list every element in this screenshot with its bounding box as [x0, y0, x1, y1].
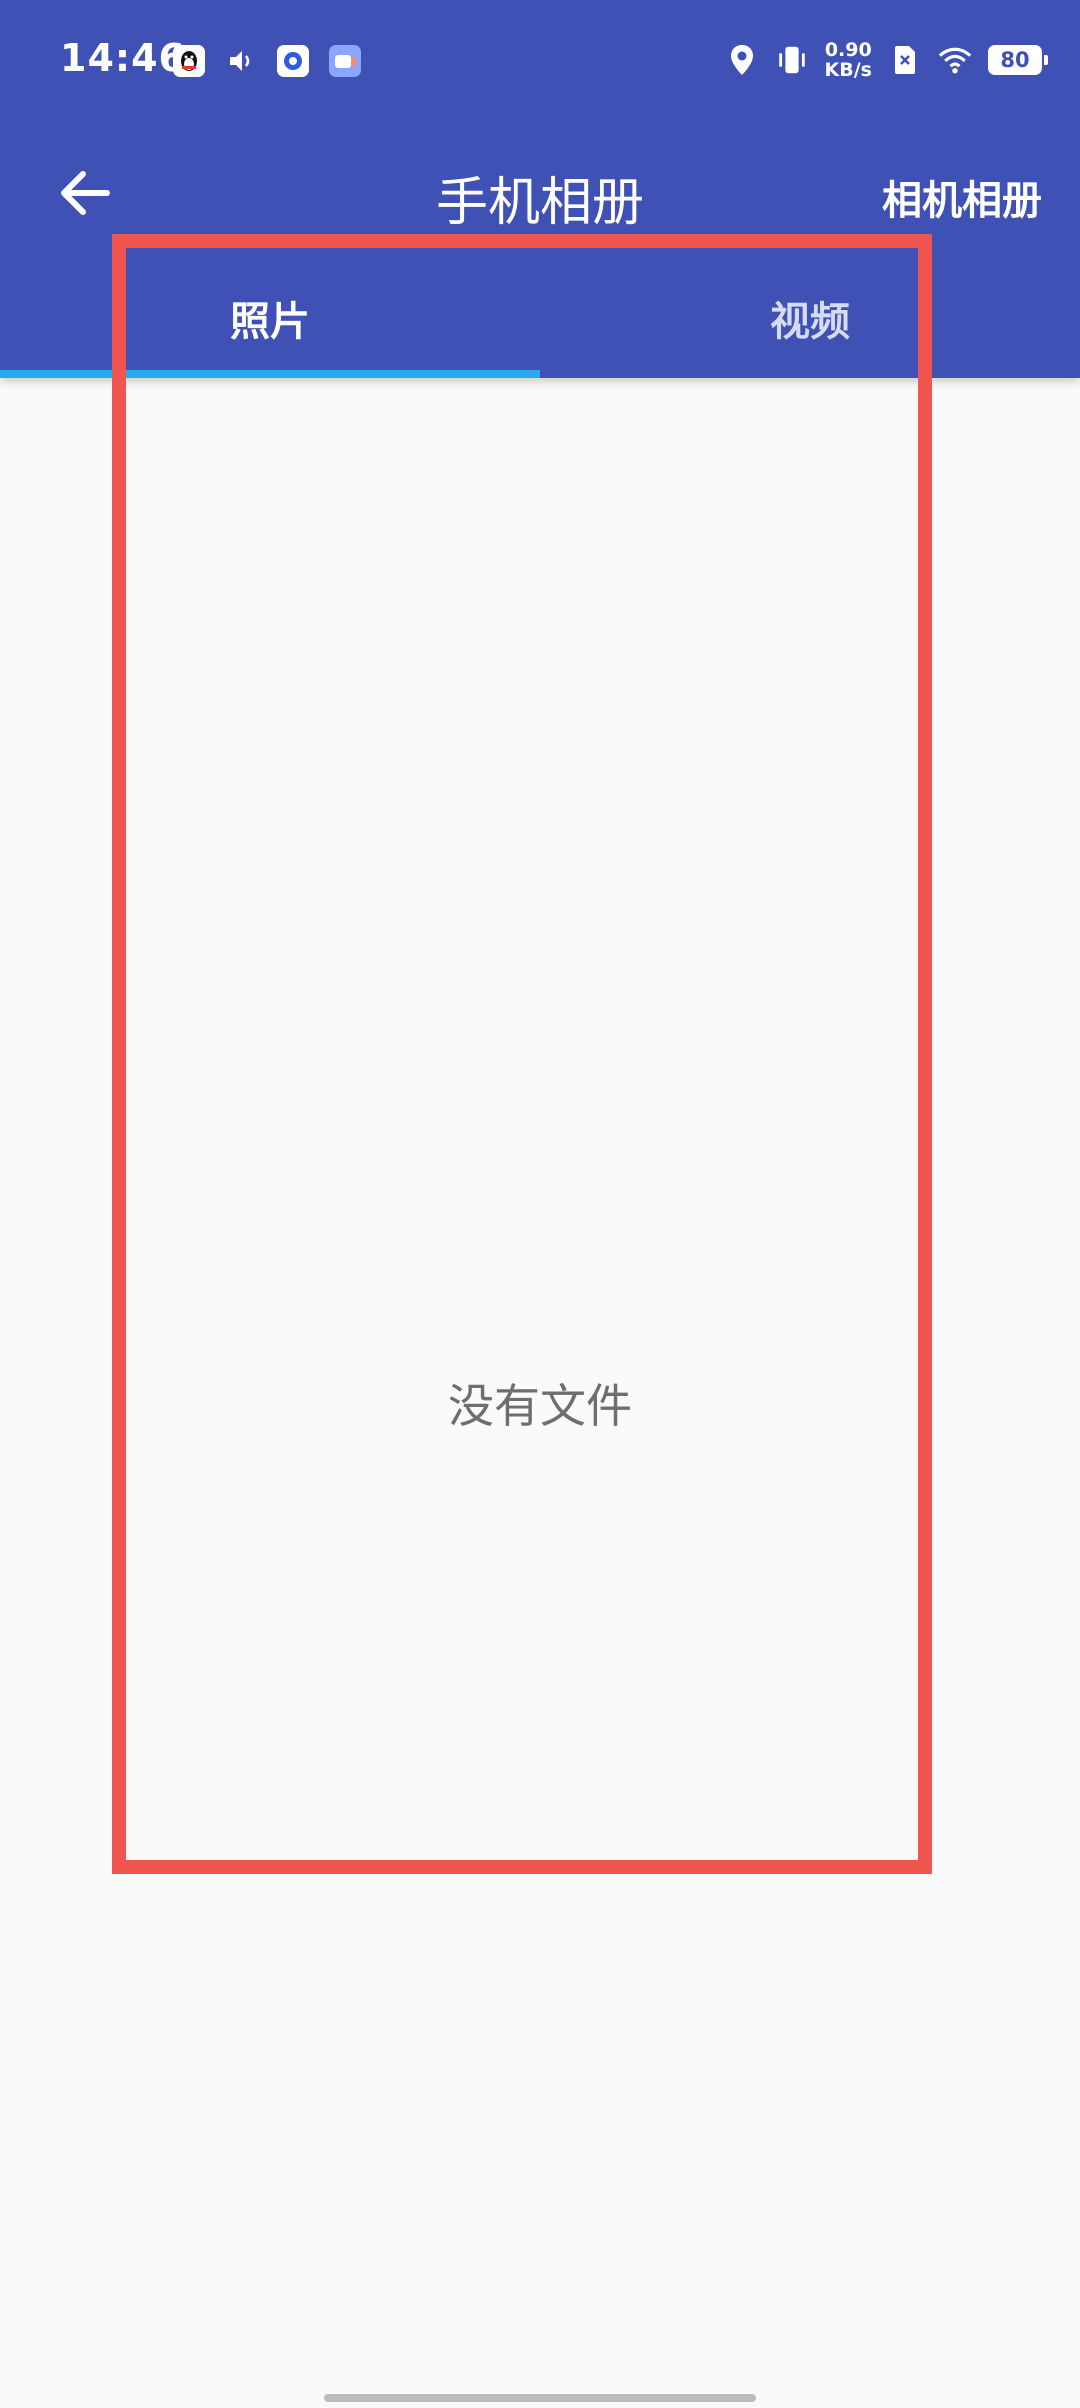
status-bar: 14:46 0.90 KB/s 80 [0, 0, 1080, 130]
camera-album-button[interactable]: 相机相册 [882, 168, 1042, 226]
toolbar: 手机相册 相机相册 [0, 130, 1080, 258]
app-header: 14:46 0.90 KB/s 80 手机相册 相机相册 照片 视频 [0, 0, 1080, 378]
network-speed: 0.90 KB/s [825, 40, 872, 80]
network-speed-unit: KB/s [824, 59, 872, 81]
camera-app-icon [328, 44, 362, 78]
empty-state-message: 没有文件 [448, 1379, 632, 1433]
tab-photos[interactable]: 照片 [0, 258, 540, 378]
tab-bar: 照片 视频 [0, 258, 1080, 378]
network-speed-value: 0.90 [824, 39, 872, 61]
highlight-box [112, 234, 932, 1874]
gesture-bar[interactable] [324, 2394, 756, 2402]
qq-icon [172, 44, 206, 78]
system-icons: 0.90 KB/s 80 [725, 40, 1048, 80]
vibrate-icon [775, 43, 809, 77]
notification-icons [172, 44, 362, 78]
battery-level: 80 [1000, 48, 1030, 72]
battery-icon: 80 [988, 45, 1048, 75]
screen: 14:46 0.90 KB/s 80 手机相册 相机相册 照片 视频 没有文件 [0, 0, 1080, 2408]
circle-app-icon [276, 44, 310, 78]
tab-videos[interactable]: 视频 [540, 258, 1080, 378]
sim-off-icon [888, 43, 922, 77]
status-time: 14:46 [60, 36, 186, 80]
tab-indicator [0, 370, 540, 378]
wifi-icon [938, 43, 972, 77]
location-icon [725, 43, 759, 77]
volume-icon [224, 44, 258, 78]
